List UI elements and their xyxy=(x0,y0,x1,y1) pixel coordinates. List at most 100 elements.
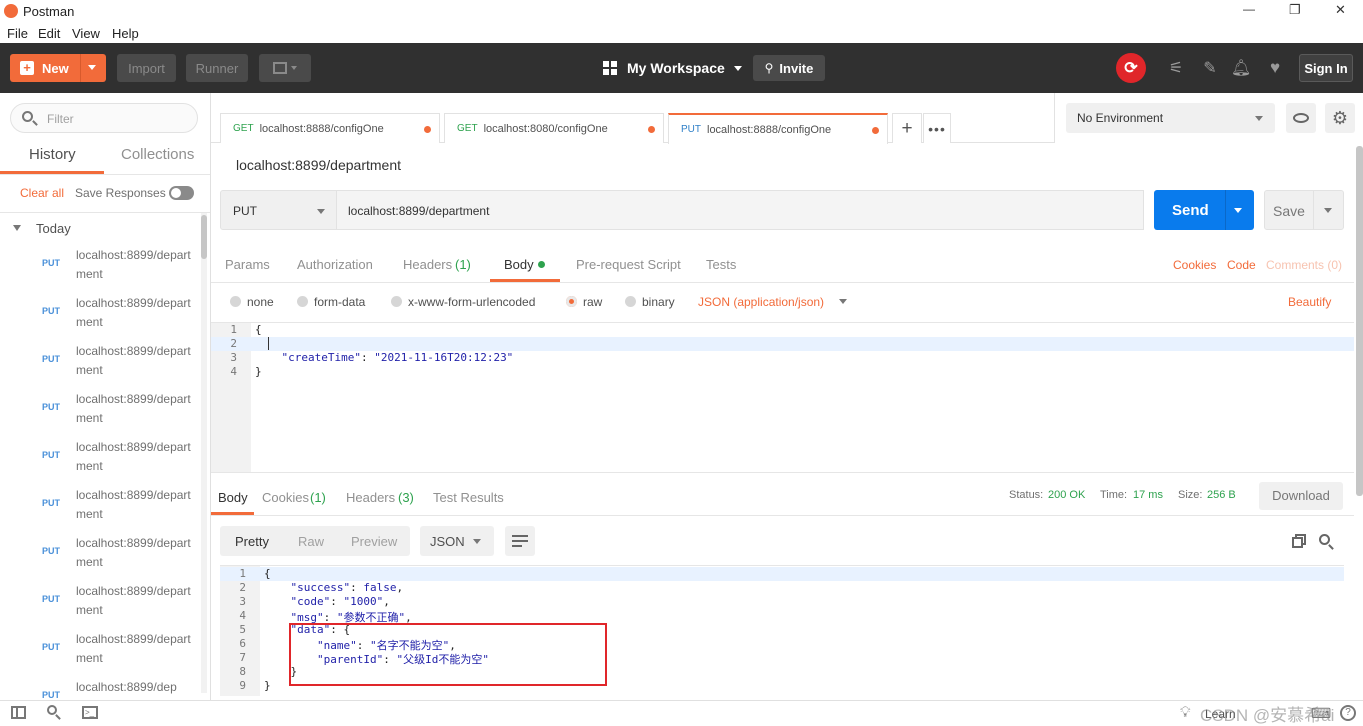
environment-select[interactable]: No Environment xyxy=(1066,103,1275,133)
url-input[interactable]: localhost:8899/department xyxy=(337,190,1144,230)
download-button[interactable]: Download xyxy=(1259,482,1343,510)
history-item[interactable]: PUT localhost:8899/department xyxy=(0,386,200,434)
sidebar-scrollbar[interactable] xyxy=(201,213,207,693)
tab-params[interactable]: Params xyxy=(225,257,270,272)
filter-input[interactable]: Filter xyxy=(10,103,198,133)
history-item[interactable]: PUT localhost:8899/department xyxy=(0,626,200,674)
body-mode-raw[interactable]: raw xyxy=(566,295,602,309)
new-button[interactable]: + New xyxy=(10,54,106,82)
tab-history[interactable]: History xyxy=(29,146,76,163)
view-raw[interactable]: Raw xyxy=(298,534,324,549)
menu-help[interactable]: Help xyxy=(112,26,139,41)
main-panel: GET localhost:8888/configOne GET localho… xyxy=(211,93,1363,700)
chevron-down-icon xyxy=(1255,116,1263,121)
format-select[interactable]: JSON xyxy=(420,526,494,556)
heart-icon[interactable]: ♥ xyxy=(1261,54,1289,82)
response-tab-cookies[interactable]: Cookies xyxy=(262,490,309,505)
tab-tests[interactable]: Tests xyxy=(706,257,736,272)
view-pretty[interactable]: Pretty xyxy=(235,534,269,549)
toggle-sidebar-icon[interactable] xyxy=(11,706,26,719)
tab-pre-request-script[interactable]: Pre-request Script xyxy=(576,257,681,272)
copy-icon[interactable] xyxy=(1292,534,1306,548)
method-select[interactable]: PUT xyxy=(220,190,337,230)
runner-button[interactable]: Runner xyxy=(186,54,248,82)
find-icon[interactable] xyxy=(47,705,63,721)
cookies-link[interactable]: Cookies xyxy=(1173,258,1216,272)
tab-authorization[interactable]: Authorization xyxy=(297,257,373,272)
sync-icon[interactable]: ⟳ xyxy=(1116,53,1146,83)
clear-all-link[interactable]: Clear all xyxy=(20,186,64,200)
group-today[interactable]: Today xyxy=(36,221,71,236)
highlight-box xyxy=(289,623,607,686)
response-tab-test-results[interactable]: Test Results xyxy=(433,490,504,505)
sign-in-button[interactable]: Sign In xyxy=(1299,54,1353,82)
tab-body-underline xyxy=(490,279,560,282)
scrollbar-thumb[interactable] xyxy=(201,215,207,259)
response-tab-headers[interactable]: Headers xyxy=(346,490,395,505)
wrap-lines-icon[interactable] xyxy=(505,526,535,556)
search-icon[interactable] xyxy=(1319,534,1335,550)
menu-view[interactable]: View xyxy=(72,26,100,41)
more-tabs-icon[interactable]: ••• xyxy=(923,113,951,143)
main-scrollbar[interactable] xyxy=(1356,146,1363,496)
scrollbar-thumb[interactable] xyxy=(1356,146,1363,496)
import-button[interactable]: Import xyxy=(117,54,176,82)
request-tab-3[interactable]: PUT localhost:8888/configOne xyxy=(668,113,888,144)
keyboard-icon[interactable]: ⌨ xyxy=(1311,705,1331,722)
comments-link[interactable]: Comments (0) xyxy=(1266,258,1342,272)
response-tab-body[interactable]: Body xyxy=(218,490,248,505)
menu-bar: File Edit View Help xyxy=(0,23,1363,43)
lightbulb-icon[interactable]: 💡︎ xyxy=(1180,704,1191,721)
bell-icon[interactable]: 🔔︎ xyxy=(1227,54,1255,82)
size-value: 256 B xyxy=(1207,489,1236,501)
menu-file[interactable]: File xyxy=(7,26,28,41)
tab-collections[interactable]: Collections xyxy=(121,146,194,163)
invite-label: Invite xyxy=(779,60,814,76)
new-tab-button[interactable]: + xyxy=(892,113,922,143)
save-button[interactable]: Save xyxy=(1264,190,1344,230)
save-responses-toggle[interactable] xyxy=(169,186,194,200)
invite-button[interactable]: ⚲ Invite xyxy=(753,55,825,81)
request-body-editor[interactable]: 1 {2 3 "createTime": "2021-11-16T20:12:23"… xyxy=(211,322,1354,473)
request-name[interactable]: localhost:8899/department xyxy=(236,157,401,173)
body-mode-none[interactable]: none xyxy=(230,295,274,309)
history-method: PUT xyxy=(42,498,60,508)
close-button[interactable]: ✕ xyxy=(1335,2,1346,18)
minimize-button[interactable]: — xyxy=(1243,2,1255,16)
history-item[interactable]: PUT localhost:8899/department xyxy=(0,434,200,482)
menu-edit[interactable]: Edit xyxy=(38,26,60,41)
history-item[interactable]: PUT localhost:8899/department xyxy=(0,578,200,626)
send-button[interactable]: Send xyxy=(1154,190,1254,230)
code-link[interactable]: Code xyxy=(1227,258,1256,272)
history-item[interactable]: PUT localhost:8899/department xyxy=(0,242,200,290)
tab-body[interactable]: Body xyxy=(504,257,534,272)
gear-icon[interactable]: ⚙ xyxy=(1325,103,1355,133)
request-tab-2[interactable]: GET localhost:8080/configOne xyxy=(444,113,664,143)
wrench-icon[interactable]: ✎ xyxy=(1196,54,1224,82)
history-url: localhost:8899/department xyxy=(76,392,191,425)
history-url: localhost:8899/department xyxy=(76,344,191,377)
beautify-link[interactable]: Beautify xyxy=(1288,295,1331,309)
history-item[interactable]: PUT localhost:8899/department xyxy=(0,338,200,386)
active-line-highlight xyxy=(211,337,1354,351)
content-type-select[interactable]: JSON (application/json) xyxy=(698,295,848,309)
history-item[interactable]: PUT localhost:8899/department xyxy=(0,290,200,338)
history-item[interactable]: PUT localhost:8899/department xyxy=(0,482,200,530)
tab-headers[interactable]: Headers xyxy=(403,257,452,272)
body-mode-urlencoded[interactable]: x-www-form-urlencoded xyxy=(391,295,535,309)
new-label: New xyxy=(42,60,69,76)
history-item[interactable]: PUT localhost:8899/department xyxy=(0,530,200,578)
console-icon[interactable]: >_ xyxy=(82,706,98,719)
help-icon[interactable]: ? xyxy=(1340,705,1356,721)
caret-down-icon[interactable] xyxy=(13,225,21,231)
satellite-icon[interactable]: ⚟ xyxy=(1162,54,1190,82)
new-divider xyxy=(80,54,81,82)
new-window-button[interactable] xyxy=(259,54,311,82)
maximize-button[interactable]: ❐ xyxy=(1289,2,1301,18)
eye-icon[interactable] xyxy=(1286,103,1316,133)
view-preview[interactable]: Preview xyxy=(351,534,397,549)
workspace-selector[interactable]: My Workspace xyxy=(603,58,742,78)
request-tab-1[interactable]: GET localhost:8888/configOne xyxy=(220,113,440,143)
body-mode-form-data[interactable]: form-data xyxy=(297,295,365,309)
body-mode-binary[interactable]: binary xyxy=(625,295,675,309)
